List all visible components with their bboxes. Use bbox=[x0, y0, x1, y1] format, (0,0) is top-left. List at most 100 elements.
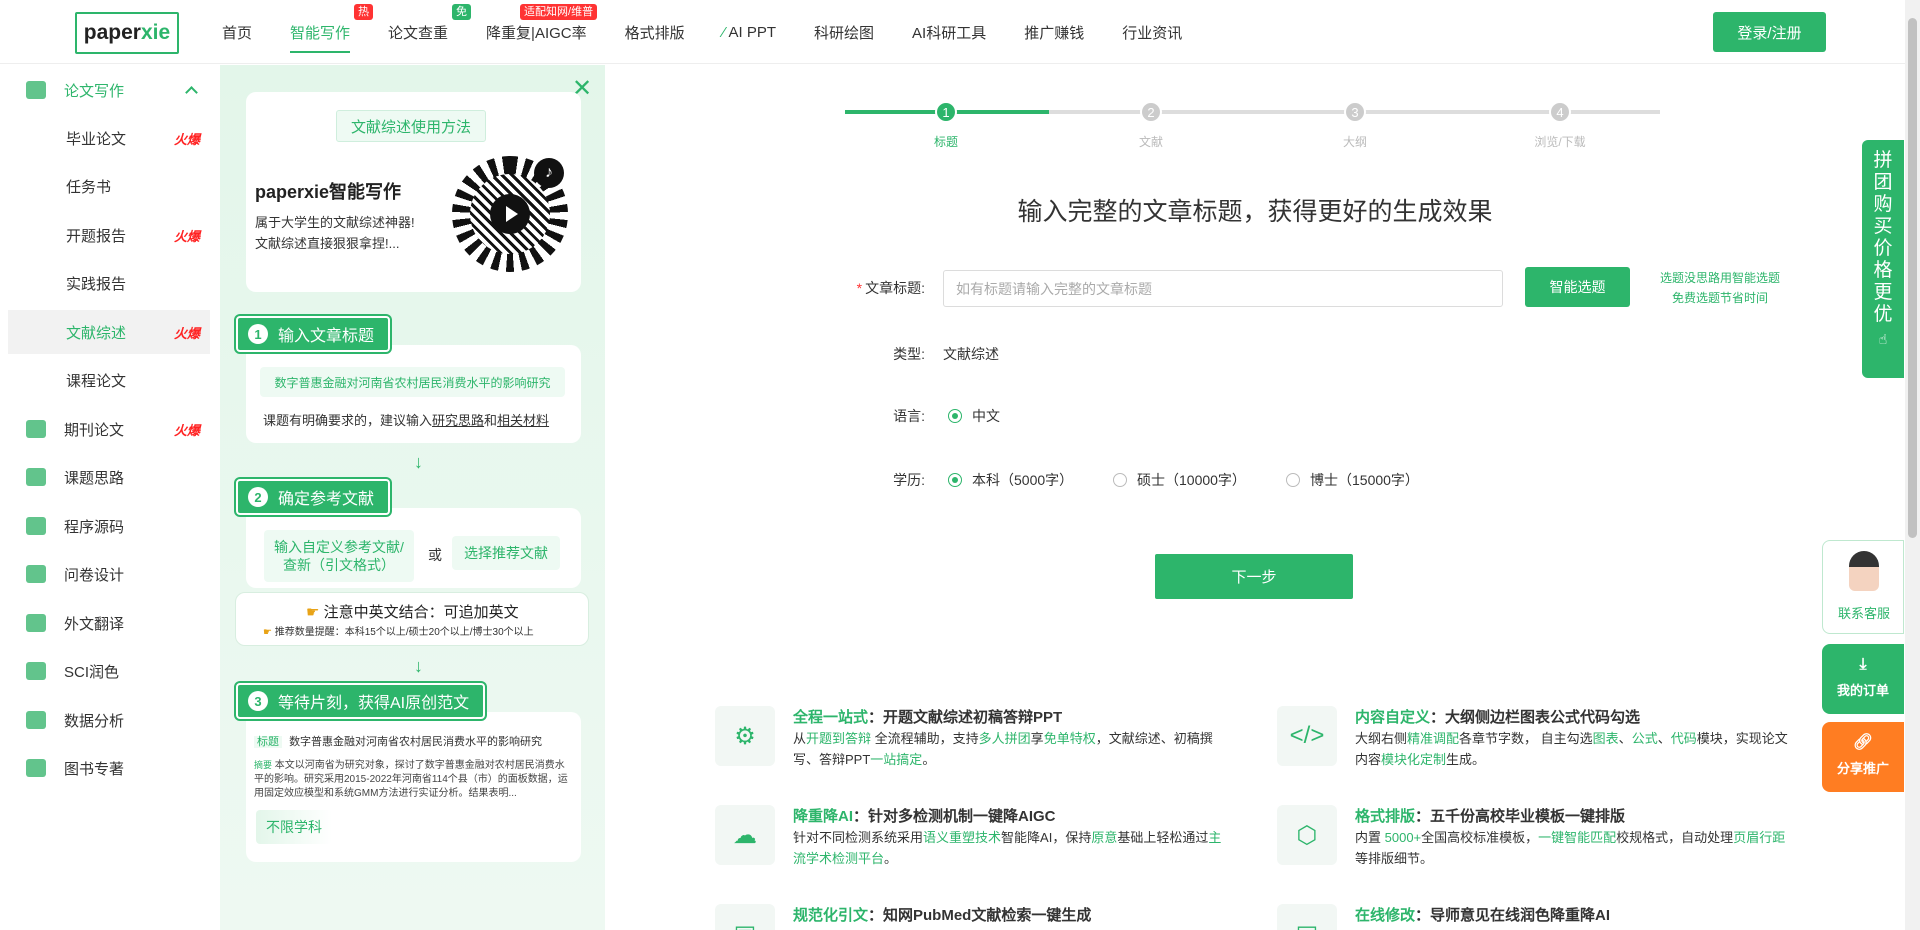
smart-topic-button[interactable]: 智能选题 bbox=[1525, 267, 1630, 307]
edit-icon bbox=[26, 81, 46, 99]
step1-tip-text: 课题有明确要求的，建议输入 bbox=[263, 413, 433, 428]
step-label-2: 文献 bbox=[1138, 135, 1163, 149]
feature-title-accent: 规范化引文 bbox=[793, 907, 869, 924]
language-option-chinese[interactable]: 中文 bbox=[948, 406, 1000, 426]
nav-reduce-aigc[interactable]: 降重复|AIGC率 适配知网/维普 bbox=[486, 3, 598, 43]
feature-title: 在线修改：导师意见在线润色降重降AI bbox=[1355, 904, 1610, 925]
step-label-4: 浏览/下载 bbox=[1534, 135, 1586, 149]
nav-ai-tools[interactable]: AI科研工具 bbox=[912, 22, 986, 43]
nav-reduce-aigc-label: 降重复|AIGC率 bbox=[486, 24, 587, 42]
clipboard-icon bbox=[26, 565, 46, 583]
feature-desc-accent: 多人拼团 bbox=[978, 731, 1031, 746]
degree-option-master[interactable]: 硕士（10000字） bbox=[1113, 470, 1246, 490]
sidebar-item-proposal[interactable]: 开题报告 火爆 bbox=[8, 213, 210, 257]
feature-desc-text: 全国高校标准模板， bbox=[1421, 830, 1539, 845]
cube-icon: ⬡ bbox=[1277, 805, 1337, 865]
feature-desc-accent: 公式 bbox=[1631, 731, 1658, 746]
page-scrollbar[interactable] bbox=[1905, 0, 1920, 930]
sidebar-item-label: 问卷设计 bbox=[64, 566, 125, 584]
arrow-down-icon: ↓ bbox=[414, 452, 423, 472]
usage-method-button[interactable]: 文献综述使用方法 bbox=[336, 110, 486, 142]
brand-desc-1: 属于大学生的文献综述神器! bbox=[255, 215, 415, 230]
degree-option-bachelor[interactable]: 本科（5000字） bbox=[948, 470, 1073, 490]
feature-title: 全程一站式：开题文献综述初稿答辩PPT bbox=[793, 706, 1062, 727]
hot-tag: 火爆 bbox=[173, 228, 200, 244]
my-orders-float[interactable]: ⤓ 我的订单 bbox=[1822, 644, 1904, 714]
step3-title: 等待片刻，获得AI原创范文 bbox=[278, 695, 470, 712]
sidebar-item-journal-paper[interactable]: 期刊论文 火爆 bbox=[8, 407, 210, 451]
feature-desc-text: 全流程辅助，支持 bbox=[871, 731, 979, 746]
sidebar-item-source-code[interactable]: 程序源码 bbox=[8, 504, 210, 548]
sidebar-item-sci-polish[interactable]: SCI润色 bbox=[8, 649, 210, 693]
hot-tag: 火爆 bbox=[173, 422, 200, 438]
degree-option-label: 博士（15000字） bbox=[1310, 472, 1419, 488]
hot-tag: 火爆 bbox=[173, 131, 200, 147]
nav-home[interactable]: 首页 bbox=[222, 22, 252, 43]
avatar bbox=[1849, 551, 1879, 591]
feature-desc-accent: 原意 bbox=[1091, 830, 1118, 845]
hand-click-icon: ☝ bbox=[1878, 331, 1888, 347]
brand-desc-2: 文献综述直接狠狠拿捏!... bbox=[255, 236, 400, 251]
nav-smart-writing[interactable]: 智能写作热 bbox=[290, 3, 374, 53]
sidebar-item-topic-ideas[interactable]: 课题思路 bbox=[8, 455, 210, 499]
sidebar-item-practice-report[interactable]: 实践报告 bbox=[8, 261, 210, 305]
article-title-input[interactable] bbox=[943, 270, 1503, 307]
group-buy-float[interactable]: 拼团购买价格更优 ☝ bbox=[1862, 140, 1904, 378]
feature-desc: 内置 5000+全国高校标准模板，一键智能匹配校规格式，自动处理页眉行距等排版细… bbox=[1355, 827, 1795, 869]
customer-service-label: 联系客服 bbox=[1837, 606, 1890, 621]
logo-main: paper bbox=[83, 21, 141, 44]
settings-icon: ⚙ bbox=[715, 706, 775, 766]
sidebar-item-book[interactable]: 图书专著 bbox=[8, 746, 210, 790]
sidebar-group-thesis-writing[interactable]: 论文写作 bbox=[8, 68, 210, 112]
recommended-reference-button[interactable]: 选择推荐文献 bbox=[452, 536, 560, 570]
type-value: 文献综述 bbox=[943, 346, 999, 362]
degree-option-label: 硕士（10000字） bbox=[1137, 472, 1246, 488]
qr-code[interactable]: ♪ bbox=[452, 156, 568, 272]
feature-desc: 针对不同检测系统采用语义重塑技术智能降AI，保持原意基础上轻松通过主流学术检测平… bbox=[793, 827, 1233, 869]
step2-or: 或 bbox=[428, 547, 442, 563]
degree-option-doctor[interactable]: 博士（15000字） bbox=[1286, 470, 1419, 490]
edit-doc-icon: ▤ bbox=[1277, 904, 1337, 930]
custom-reference-button[interactable]: 输入自定义参考文献/查新（引文格式） bbox=[264, 530, 414, 582]
nav-plagiarism-check[interactable]: 论文查重免 bbox=[388, 3, 472, 43]
journal-icon bbox=[26, 420, 46, 438]
abstract-tag: 摘要 bbox=[254, 760, 273, 770]
customer-service-float[interactable]: 联系客服 bbox=[1822, 540, 1904, 634]
feature-desc-text: 校规格式，自动处理 bbox=[1616, 830, 1734, 845]
sidebar-item-graduation-thesis[interactable]: 毕业论文 火爆 bbox=[8, 116, 210, 160]
step1-tip-and: 和 bbox=[484, 413, 498, 428]
nav-research-drawing[interactable]: 科研绘图 bbox=[814, 22, 874, 43]
required-mark: * bbox=[856, 280, 863, 296]
feature-title-text: ：针对多检测机制一键降AIGC bbox=[853, 808, 1056, 825]
feature-title-text: ：知网PubMed文献检索一键生成 bbox=[868, 907, 1092, 924]
logo[interactable]: paper xie bbox=[75, 12, 179, 54]
sidebar-item-data-analysis[interactable]: 数据分析 bbox=[8, 698, 210, 742]
arrow-down-icon: ↓ bbox=[414, 656, 423, 676]
step3-title-text: 数字普惠金融对河南省农村居民消费水平的影响研究 bbox=[289, 736, 543, 748]
next-step-button[interactable]: 下一步 bbox=[1155, 554, 1353, 599]
feature-desc-accent: 模块化定制 bbox=[1381, 752, 1447, 767]
nav-ai-ppt[interactable]: ⁄ AI PPT bbox=[723, 24, 776, 41]
feature-desc: 从开题到答辩 全流程辅助，支持多人拼团享免单特权，文献综述、初稿撰写、答辩PPT… bbox=[793, 728, 1233, 770]
feature-title-accent: 全程一站式 bbox=[793, 709, 869, 726]
share-promote-float[interactable]: 🔗︎ 分享推广 bbox=[1822, 722, 1904, 792]
smart-topic-hint[interactable]: 选题没思路用智能选题 免费选题节省时间 bbox=[1645, 268, 1795, 308]
nav-news[interactable]: 行业资讯 bbox=[1122, 22, 1182, 43]
login-register-button[interactable]: 登录/注册 bbox=[1713, 12, 1826, 52]
sidebar-item-literature-review[interactable]: 文献综述 火爆 bbox=[8, 310, 210, 354]
step2-number: 2 bbox=[248, 487, 268, 507]
step2-tag: 2 确定参考文献 bbox=[236, 479, 391, 515]
hot-tag: 火爆 bbox=[173, 325, 200, 341]
scrollbar-thumb[interactable] bbox=[1908, 18, 1917, 538]
sidebar-item-assignment[interactable]: 任务书 bbox=[8, 164, 210, 208]
sidebar-item-label: 课程论文 bbox=[66, 372, 127, 390]
nav-format[interactable]: 格式排版 bbox=[625, 22, 685, 43]
sidebar-item-translation[interactable]: 外文翻译 bbox=[8, 601, 210, 645]
sidebar-item-questionnaire[interactable]: 问卷设计 bbox=[8, 552, 210, 596]
feature-desc-text: 各章节字数， 自主勾选 bbox=[1459, 731, 1593, 746]
title-label: * 文章标题: bbox=[840, 278, 925, 298]
sidebar-item-course-paper[interactable]: 课程论文 bbox=[8, 358, 210, 402]
chevron-up-icon bbox=[185, 86, 198, 99]
nav-promote[interactable]: 推广赚钱 bbox=[1024, 22, 1084, 43]
title-tag: 标题 bbox=[254, 736, 282, 748]
